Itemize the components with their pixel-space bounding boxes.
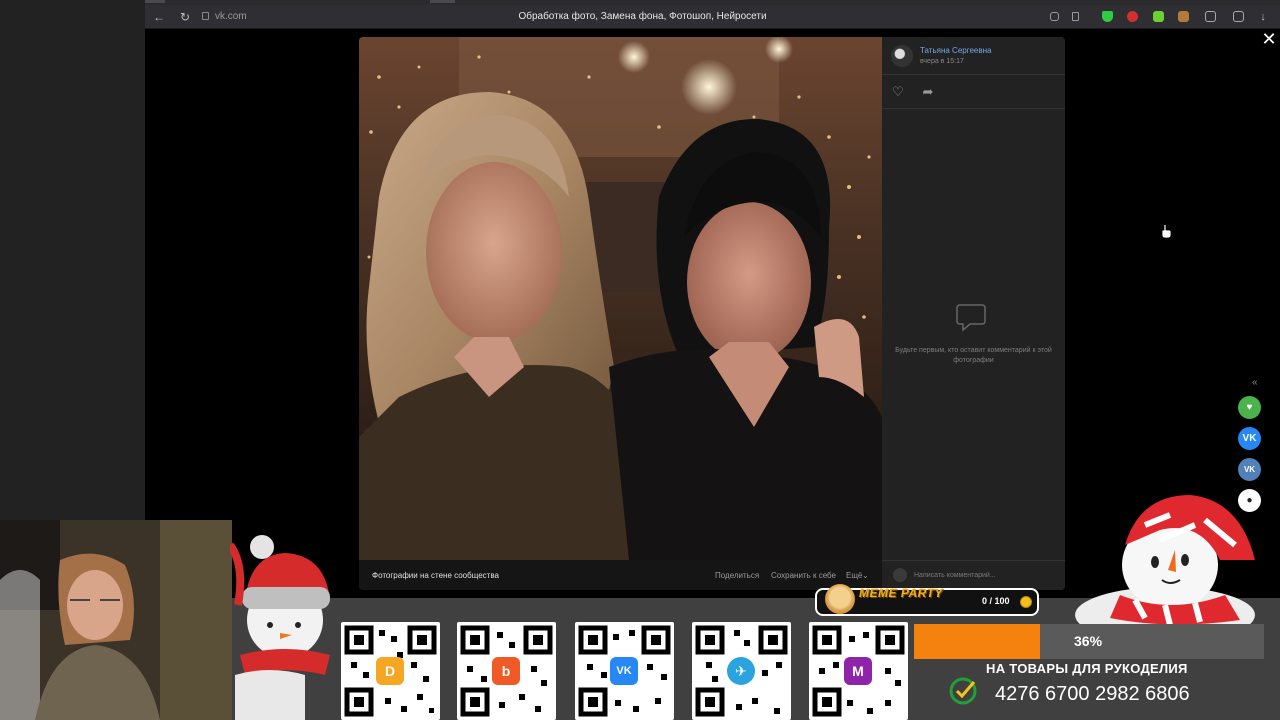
qr-code-boosty[interactable]: b — [457, 622, 556, 720]
page-title: Обработка фото, Замена фона, Фотошоп, Не… — [518, 11, 767, 22]
browser-tab[interactable] — [145, 0, 165, 3]
post-time[interactable]: вчера в 15:17 — [920, 58, 964, 65]
close-icon[interactable]: ✕ — [1260, 30, 1278, 48]
photo-footer: Фотографии на стене сообщества Поделитьс… — [359, 560, 882, 590]
heart-icon[interactable]: ♡ — [890, 84, 906, 100]
album-link[interactable]: Фотографии на стене сообщества — [372, 571, 499, 580]
webcam-feed — [0, 520, 232, 720]
download-extension-icon[interactable] — [1153, 11, 1164, 22]
cast-icon[interactable] — [1205, 11, 1216, 22]
adblock-extension-icon[interactable] — [1127, 11, 1138, 22]
browser-tab[interactable] — [430, 0, 455, 3]
vk-icon[interactable]: VK — [1238, 427, 1261, 450]
empty-comments-text: Будьте первым, кто оставит комментарий к… — [895, 347, 1052, 364]
vk-messenger-icon[interactable]: VK — [1238, 458, 1261, 481]
snowman-decoration-icon — [230, 535, 330, 720]
card-number: 4276 6700 2982 6806 — [995, 683, 1190, 705]
donation-goal-progress: 36% — [914, 624, 1264, 659]
share-link[interactable]: Поделиться — [715, 571, 759, 580]
download-icon[interactable]: ↓ — [1255, 9, 1271, 25]
author-name[interactable]: Татьяна Сергеевна — [920, 46, 992, 55]
back-button[interactable]: ← — [151, 9, 167, 25]
desktop-background — [0, 0, 145, 520]
coin-icon — [1020, 596, 1032, 608]
extension-icon[interactable] — [1050, 12, 1059, 21]
comments-empty-icon — [956, 304, 986, 332]
vk-logo: VK — [610, 657, 638, 685]
qr-code-telegram[interactable]: ✈ — [692, 622, 791, 720]
photo-image — [359, 37, 882, 560]
comment-input[interactable] — [914, 568, 1054, 582]
qr-code-memealerts[interactable]: M — [809, 622, 908, 720]
meme-party-count: 0 / 100 — [982, 596, 1010, 606]
screen: ← ↻ vk.com Обработка фото, Замена фона, … — [0, 0, 1280, 720]
author-avatar[interactable] — [891, 45, 913, 67]
photo-sidebar: Татьяна Сергеевна вчера в 15:17 ♡ ➦ Будь… — [882, 37, 1065, 590]
url-text: vk.com — [215, 11, 247, 22]
qr-code-donationalerts[interactable]: D — [341, 622, 440, 720]
meme-party-title: MEME PARTY — [859, 586, 943, 600]
avatar — [893, 568, 907, 582]
reload-button[interactable]: ↻ — [177, 9, 193, 25]
doge-icon — [825, 584, 855, 614]
shield-extension-icon[interactable] — [1102, 11, 1113, 22]
extension-icon[interactable] — [1178, 11, 1189, 22]
address-bar[interactable]: vk.com — [202, 10, 247, 24]
telegram-logo: ✈ — [727, 657, 755, 685]
lock-icon — [202, 12, 209, 20]
memealerts-logo: M — [844, 657, 872, 685]
webcam-image — [0, 520, 232, 720]
donationalerts-logo: D — [376, 657, 404, 685]
chevron-down-icon[interactable]: ⌄ — [862, 571, 869, 580]
extensions-puzzle-icon[interactable] — [1233, 11, 1244, 22]
goal-title: НА ТОВАРЫ ДЛЯ РУКОДЕЛИЯ — [986, 661, 1188, 676]
progress-fill — [914, 624, 1040, 659]
reactions-row: ♡ ➦ — [882, 75, 1065, 109]
sber-check-icon — [949, 677, 977, 705]
meme-party-widget: MEME PARTY 0 / 100 — [815, 584, 1039, 616]
photo-viewer: Фотографии на стене сообщества Поделитьс… — [359, 37, 1065, 590]
qr-code-vk[interactable]: VK — [575, 622, 674, 720]
snowman-decoration-icon — [1075, 495, 1255, 630]
heart-badge-icon[interactable]: ♥ — [1238, 396, 1261, 419]
boosty-logo: b — [492, 657, 520, 685]
author-row: Татьяна Сергеевна вчера в 15:17 — [882, 37, 1065, 75]
browser-toolbar: ← ↻ vk.com Обработка фото, Замена фона, … — [145, 5, 1280, 29]
hand-cursor-icon — [1161, 224, 1171, 238]
more-link[interactable]: Ещё — [846, 571, 862, 580]
collapse-chevron-icon[interactable]: « — [1252, 377, 1258, 388]
save-link[interactable]: Сохранить к себе — [771, 571, 836, 580]
progress-percent: 36% — [1074, 633, 1103, 649]
share-icon[interactable]: ➦ — [920, 84, 936, 100]
photo[interactable] — [359, 37, 882, 560]
bookmark-icon[interactable] — [1072, 12, 1079, 21]
